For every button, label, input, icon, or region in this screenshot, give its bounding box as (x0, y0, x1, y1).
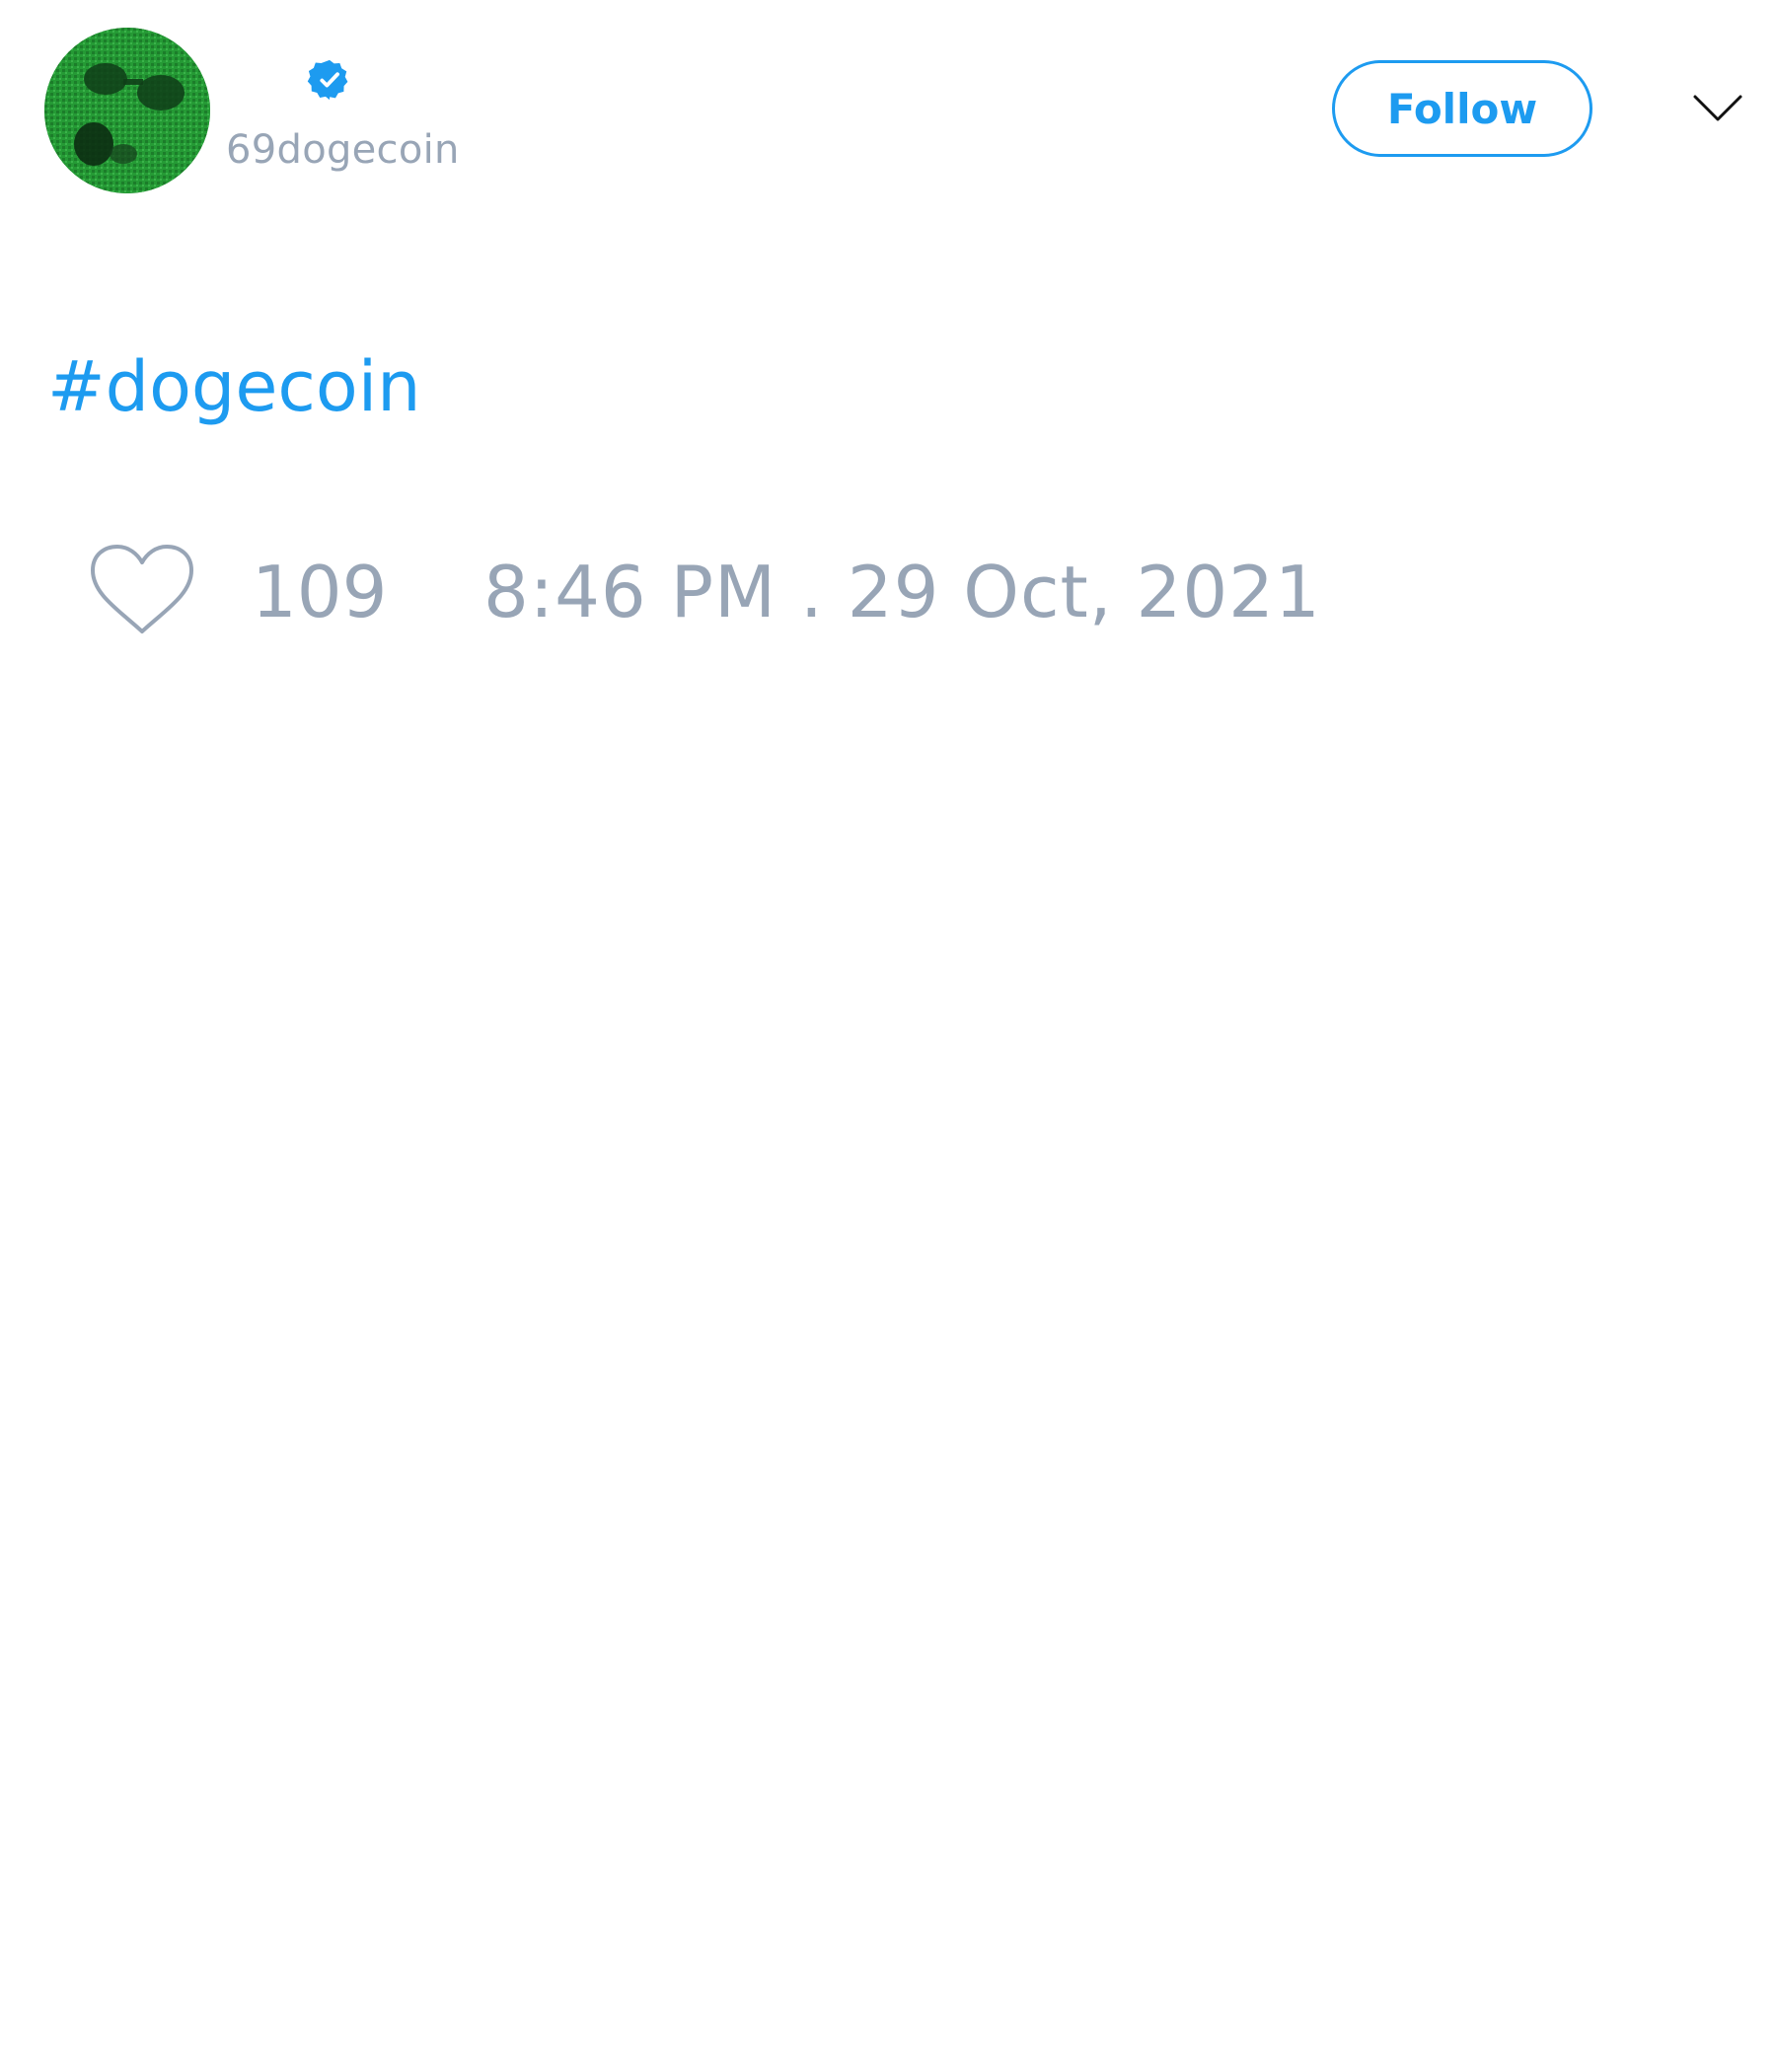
avatar[interactable] (44, 28, 210, 193)
like-count: 109 (252, 551, 388, 633)
author-handle[interactable]: 69dogecoin (226, 126, 460, 174)
timestamp[interactable]: 8:46 PM . 29 Oct, 2021 (483, 551, 1321, 633)
follow-button[interactable]: Follow (1332, 60, 1592, 157)
tweet-meta: 109 8:46 PM . 29 Oct, 2021 (0, 533, 1776, 651)
hashtag-link[interactable]: #dogecoin (47, 345, 421, 428)
tweet-header: 69dogecoin Follow (0, 0, 1776, 217)
heart-outline-icon[interactable] (89, 543, 195, 637)
avatar-sunglasses-icon (44, 28, 210, 193)
chevron-down-icon[interactable] (1692, 91, 1743, 124)
verified-badge-icon (307, 59, 348, 101)
